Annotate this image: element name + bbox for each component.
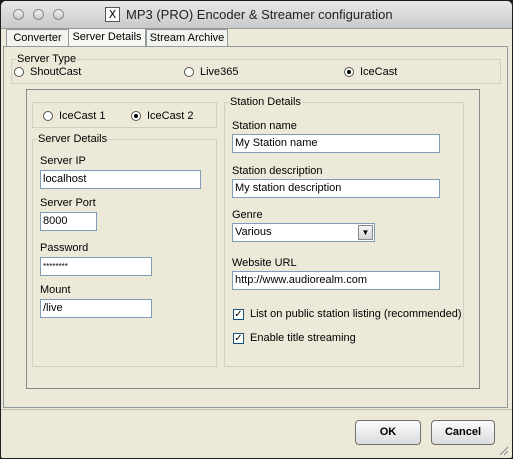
radio-icecast-1[interactable]: IceCast 1 [43, 110, 105, 122]
station-description-label: Station description [232, 165, 323, 177]
radio-icecast-2-label: IceCast 2 [147, 110, 194, 122]
title-streaming-label: Enable title streaming [250, 332, 356, 344]
title-bar: X MP3 (PRO) Encoder & Streamer configura… [1, 1, 512, 29]
tab-stream-archive[interactable]: Stream Archive [146, 29, 228, 46]
genre-value: Various [235, 226, 272, 238]
title-streaming-checkbox[interactable]: ✓ Enable title streaming [233, 332, 356, 344]
tab-server-details[interactable]: Server Details [68, 28, 146, 46]
window-title: MP3 (PRO) Encoder & Streamer configurati… [126, 7, 393, 22]
server-type-group: Server Type ShoutCast Live365 IceCast [11, 53, 501, 84]
resize-grip-icon[interactable] [497, 444, 509, 456]
server-details-panel: Server Type ShoutCast Live365 IceCast Ic… [3, 46, 508, 408]
radio-shoutcast-label: ShoutCast [30, 66, 82, 78]
tab-strip: Converter Server Details Stream Archive [1, 28, 512, 47]
radio-shoutcast[interactable]: ShoutCast [14, 66, 81, 78]
server-port-input[interactable]: 8000 [40, 212, 97, 231]
config-window: X MP3 (PRO) Encoder & Streamer configura… [1, 1, 512, 458]
radio-dot-icon [14, 67, 24, 77]
genre-select[interactable]: Various ▼ [232, 223, 375, 242]
radio-dot-icon [184, 67, 194, 77]
password-label: Password [40, 242, 89, 254]
checkmark-icon: ✓ [233, 332, 244, 344]
radio-icecast-label: IceCast [360, 66, 398, 78]
close-window-button[interactable] [13, 9, 24, 20]
server-port-label: Server Port [40, 197, 96, 209]
icecast-version-group: IceCast 1 IceCast 2 [32, 102, 217, 128]
zoom-window-button[interactable] [53, 9, 64, 20]
mount-input[interactable]: /live [40, 299, 152, 318]
list-public-label: List on public station listing (recommen… [250, 308, 462, 320]
website-url-input[interactable]: http://www.audiorealm.com [232, 271, 440, 290]
server-type-legend: Server Type [16, 53, 78, 65]
website-url-label: Website URL [232, 257, 297, 269]
radio-icecast-1-label: IceCast 1 [59, 110, 106, 122]
radio-dot-selected-icon [131, 111, 141, 121]
radio-dot-icon [43, 111, 53, 121]
genre-label: Genre [232, 209, 263, 221]
minimize-window-button[interactable] [33, 9, 44, 20]
mount-label: Mount [40, 284, 71, 296]
ok-button[interactable]: OK [355, 420, 421, 445]
checkmark-icon: ✓ [233, 308, 244, 320]
station-details-group: Station Details Station name My Station … [224, 96, 464, 367]
radio-icecast-2[interactable]: IceCast 2 [131, 110, 193, 122]
server-ip-label: Server IP [40, 155, 86, 167]
server-details-legend: Server Details [37, 133, 109, 145]
radio-live365-label: Live365 [200, 66, 239, 78]
password-input[interactable]: ******** [40, 257, 152, 276]
station-details-legend: Station Details [229, 96, 302, 108]
app-icon: X [105, 7, 120, 22]
station-description-input[interactable]: My station description [232, 179, 440, 198]
chevron-down-icon[interactable]: ▼ [358, 225, 373, 240]
station-name-input[interactable]: My Station name [232, 134, 440, 153]
radio-live365[interactable]: Live365 [184, 66, 239, 78]
list-public-checkbox[interactable]: ✓ List on public station listing (recomm… [233, 308, 462, 320]
button-bar: OK Cancel [1, 409, 512, 458]
station-name-label: Station name [232, 120, 297, 132]
cancel-button[interactable]: Cancel [431, 420, 495, 445]
radio-icecast[interactable]: IceCast [344, 66, 397, 78]
server-details-group: Server Details Server IP localhost Serve… [32, 133, 217, 367]
server-ip-input[interactable]: localhost [40, 170, 201, 189]
tab-converter[interactable]: Converter [6, 29, 69, 46]
radio-dot-selected-icon [344, 67, 354, 77]
